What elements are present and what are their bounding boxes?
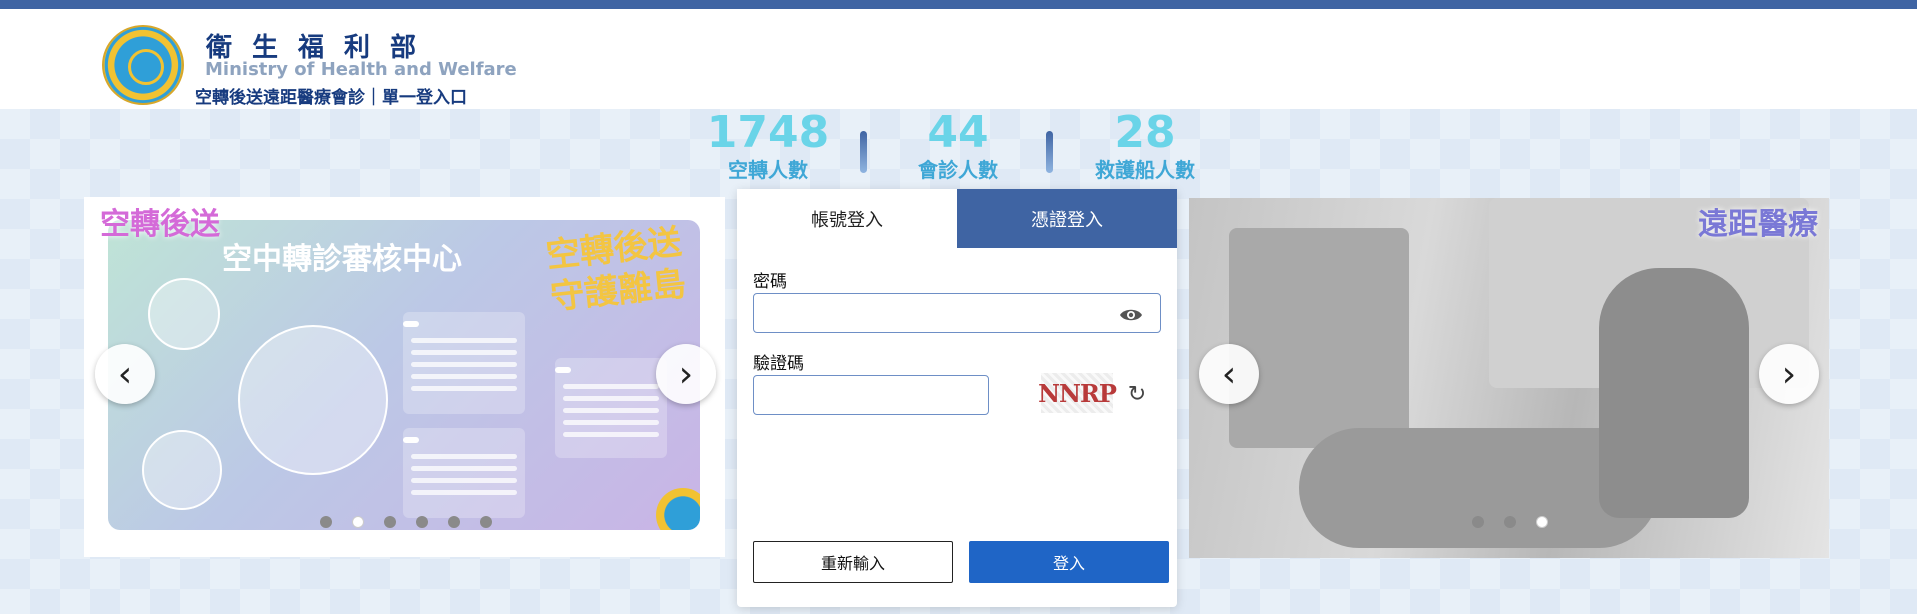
telemedicine-carousel xyxy=(1189,198,1829,558)
telemedicine-next-button[interactable]: › xyxy=(1759,344,1819,404)
portal-title: 空轉後送遠距醫療會診｜單一登入口 xyxy=(195,88,467,108)
site-header: 衛生福利部 Ministry of Health and Welfare 空轉後… xyxy=(0,9,1917,109)
refresh-icon: ↻ xyxy=(1127,381,1147,407)
carousel-dot[interactable] xyxy=(320,516,332,528)
stat-boat: 28 救護船人數 xyxy=(1080,107,1210,183)
telemedicine-carousel-dots xyxy=(1472,516,1548,528)
carousel-dot[interactable] xyxy=(448,516,460,528)
carousel-dot[interactable] xyxy=(416,516,428,528)
airlift-next-button[interactable]: › xyxy=(656,344,716,404)
carousel-dot[interactable] xyxy=(480,516,492,528)
airlift-tag: 空轉後送 xyxy=(100,207,220,242)
top-accent-bar xyxy=(0,0,1917,9)
refresh-captcha-button[interactable]: ↻ xyxy=(1124,381,1150,407)
stat-airlift: 1748 空轉人數 xyxy=(703,107,833,183)
airlift-carousel-dots xyxy=(320,516,492,528)
poster-hospital-illustration xyxy=(148,278,220,350)
stat-divider xyxy=(860,131,867,173)
captcha-label: 驗證碼 xyxy=(753,354,804,374)
carousel-slide-poster: 空中轉診審核中心 空轉後送 守護離島 xyxy=(108,220,700,530)
poster-info-box xyxy=(555,358,667,458)
poster-info-box xyxy=(403,428,525,518)
carousel-dot-active[interactable] xyxy=(1536,516,1548,528)
medic-photo xyxy=(1599,268,1749,518)
stat-boat-value: 28 xyxy=(1114,107,1176,158)
chevron-right-icon: › xyxy=(1781,353,1797,395)
poster-building-illustration xyxy=(142,430,222,510)
tab-account-login[interactable]: 帳號登入 xyxy=(737,189,957,248)
eye-icon xyxy=(1120,309,1142,321)
poster-ministry-seal xyxy=(656,488,700,530)
ambulance-equipment-photo xyxy=(1229,228,1409,448)
telemedicine-tag: 遠距醫療 xyxy=(1698,207,1818,242)
show-password-button[interactable] xyxy=(1118,302,1144,328)
poster-slogan: 空轉後送 守護離島 xyxy=(544,221,688,319)
stat-divider xyxy=(1046,131,1053,173)
poster-box-heading xyxy=(403,321,419,327)
carousel-dot[interactable] xyxy=(1472,516,1484,528)
poster-computer-illustration xyxy=(238,325,388,475)
telemedicine-prev-button[interactable]: ‹ xyxy=(1199,344,1259,404)
chevron-right-icon: › xyxy=(678,353,694,395)
captcha-input[interactable] xyxy=(753,375,989,415)
password-input[interactable] xyxy=(753,293,1161,333)
stat-boat-label: 救護船人數 xyxy=(1095,158,1195,182)
chevron-left-icon: ‹ xyxy=(117,353,133,395)
reset-button[interactable]: 重新輸入 xyxy=(753,541,953,583)
stat-airlift-label: 空轉人數 xyxy=(728,158,808,182)
chevron-left-icon: ‹ xyxy=(1221,353,1237,395)
carousel-dot[interactable] xyxy=(1504,516,1516,528)
login-panel: 帳號登入 憑證登入 密碼 驗證碼 NNRP ↻ 重新輸入 登入 xyxy=(737,189,1177,607)
poster-box-heading xyxy=(403,437,419,443)
poster-info-box xyxy=(403,312,525,414)
stat-airlift-value: 1748 xyxy=(706,107,830,158)
carousel-dot[interactable] xyxy=(384,516,396,528)
airlift-prev-button[interactable]: ‹ xyxy=(95,344,155,404)
poster-box-heading xyxy=(555,367,571,373)
stat-consult-label: 會診人數 xyxy=(918,158,998,182)
stat-consult-value: 44 xyxy=(927,107,989,158)
captcha-image: NNRP xyxy=(1038,373,1117,413)
captcha-text: NNRP xyxy=(1038,378,1117,408)
login-tabs: 帳號登入 憑證登入 xyxy=(737,189,1177,248)
poster-title: 空中轉診審核中心 xyxy=(222,242,462,277)
tab-certificate-login[interactable]: 憑證登入 xyxy=(957,189,1177,248)
org-name-en: Ministry of Health and Welfare xyxy=(205,59,517,80)
stat-consult: 44 會診人數 xyxy=(893,107,1023,183)
airlift-carousel: 空中轉診審核中心 空轉後送 守護離島 xyxy=(84,197,725,557)
carousel-dot-active[interactable] xyxy=(352,516,364,528)
login-button[interactable]: 登入 xyxy=(969,541,1169,583)
ministry-logo xyxy=(102,25,184,105)
password-label: 密碼 xyxy=(753,272,787,292)
